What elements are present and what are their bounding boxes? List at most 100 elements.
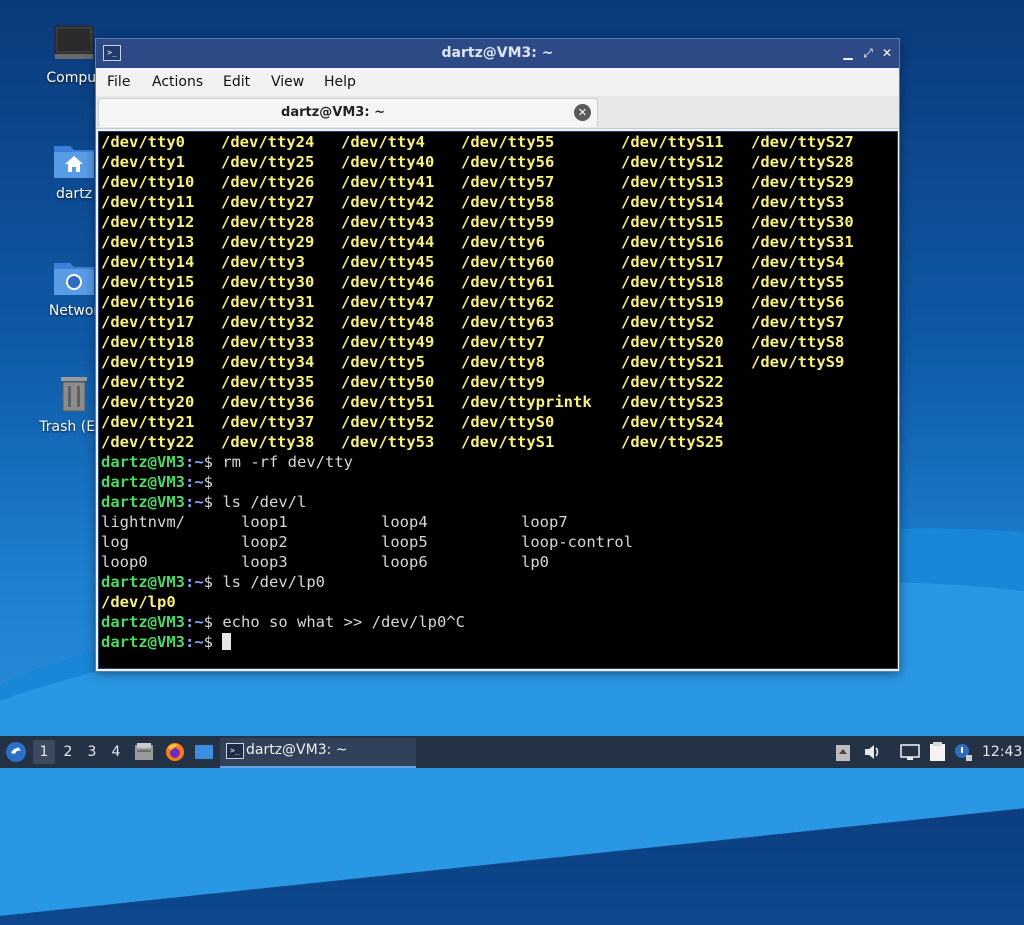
- app-menu-icon[interactable]: [5, 741, 27, 763]
- tty-entry: /dev/tty37: [221, 413, 315, 431]
- clock[interactable]: 12:43: [982, 736, 1022, 768]
- ls-row: log loop2 loop5 loop-control: [99, 532, 897, 552]
- tty-entry: /dev/ttyS31: [751, 233, 854, 251]
- tty-entry: /dev/tty32: [221, 313, 315, 331]
- tty-entry: /dev/ttyS28: [751, 153, 854, 171]
- tty-entry: /dev/ttyS14: [621, 193, 724, 211]
- tty-entry: /dev/ttyS30: [751, 213, 854, 231]
- tty-entry: /dev/tty20: [101, 393, 195, 411]
- menu-actions[interactable]: Actions: [152, 74, 203, 90]
- volume-icon[interactable]: [863, 742, 883, 762]
- taskbar: 1 2 3 4 >_ dartz@VM3: ~ 12:43: [0, 736, 1024, 768]
- tty-entry: /dev/tty11: [101, 193, 195, 211]
- tab-bar: dartz@VM3: ~ ✕: [96, 96, 899, 129]
- ls-row: lightnvm/loop1 loop4 loop7: [99, 512, 897, 532]
- tty-entry: /dev/ttyS9: [751, 353, 845, 371]
- update-notifier-icon[interactable]: [953, 742, 973, 762]
- tty-entry: /dev/tty60: [461, 253, 555, 271]
- menu-help[interactable]: Help: [324, 74, 356, 90]
- prompt-line: dartz@VM3:~$ ls /dev/l: [101, 493, 307, 511]
- maximize-button[interactable]: ⤢: [859, 44, 877, 62]
- tty-entry: /dev/tty33: [221, 333, 315, 351]
- terminal-output[interactable]: /dev/tty0/dev/tty24/dev/tty4/dev/tty55/d…: [98, 131, 898, 669]
- tty-entry: /dev/tty19: [101, 353, 195, 371]
- tty-entry: /dev/tty13: [101, 233, 195, 251]
- tty-entry: /dev/tty44: [341, 233, 435, 251]
- tty-row: /dev/tty12/dev/tty28/dev/tty43/dev/tty59…: [99, 212, 897, 232]
- tty-entry: /dev/tty25: [221, 153, 315, 171]
- prompt-line: dartz@VM3:~$: [101, 473, 214, 491]
- tty-entry: /dev/ttyS15: [621, 213, 724, 231]
- terminal-task-icon: >_: [226, 743, 244, 759]
- notes-icon[interactable]: [928, 741, 948, 761]
- tty-entry: /dev/ttyS27: [751, 133, 854, 151]
- minimize-button[interactable]: ▁: [839, 44, 857, 62]
- tty-entry: /dev/ttyS13: [621, 173, 724, 191]
- menu-edit[interactable]: Edit: [223, 74, 250, 90]
- ls-output: lightnvm/loop1 loop4 loop7 log loop2 loop5 loo…: [99, 512, 897, 572]
- output-line: /dev/lp0: [101, 593, 176, 611]
- workspace-3[interactable]: 3: [81, 740, 103, 764]
- tty-row: /dev/tty2/dev/tty35/dev/tty50/dev/tty9/d…: [99, 372, 897, 392]
- tty-entry: /dev/ttyS20: [621, 333, 724, 351]
- tty-entry: /dev/ttyS4: [751, 253, 845, 271]
- tty-entry: /dev/tty2: [101, 373, 185, 391]
- computer-icon: [52, 24, 96, 64]
- tty-entry: /dev/tty56: [461, 153, 555, 171]
- workspace-1[interactable]: 1: [33, 740, 55, 764]
- network-icon[interactable]: [900, 742, 920, 762]
- ls-entry: loop1: [241, 513, 288, 531]
- tab-close-icon[interactable]: ✕: [574, 104, 591, 121]
- terminal-window[interactable]: >_ dartz@VM3: ~ ▁ ⤢ ✕ File Actions Edit …: [95, 38, 900, 672]
- tty-entry: /dev/ttyS6: [751, 293, 845, 311]
- tty-entry: /dev/ttyS19: [621, 293, 724, 311]
- tty-entry: /dev/ttyS11: [621, 133, 724, 151]
- trash-icon: [52, 373, 96, 413]
- tty-entry: /dev/tty41: [341, 173, 435, 191]
- tty-entry: /dev/tty36: [221, 393, 315, 411]
- tty-entry: /dev/tty38: [221, 433, 315, 451]
- tty-entry: /dev/tty53: [341, 433, 435, 451]
- file-manager-icon[interactable]: [134, 742, 154, 762]
- tty-entry: /dev/tty7: [461, 333, 545, 351]
- tty-entry: /dev/tty5: [341, 353, 425, 371]
- workspace-4[interactable]: 4: [105, 740, 127, 764]
- ls-entry: loop3: [241, 553, 288, 571]
- tty-entry: /dev/ttyS21: [621, 353, 724, 371]
- ls-entry: loop2: [241, 533, 288, 551]
- tty-entry: /dev/tty63: [461, 313, 555, 331]
- tty-entry: /dev/ttyS24: [621, 413, 724, 431]
- tab-terminal[interactable]: dartz@VM3: ~ ✕: [98, 98, 598, 127]
- menu-view[interactable]: View: [271, 74, 304, 90]
- network-folder-icon: [52, 257, 96, 297]
- tty-entry: /dev/tty10: [101, 173, 195, 191]
- tty-entry: /dev/tty9: [461, 373, 545, 391]
- tty-entry: /dev/tty3: [221, 253, 305, 271]
- task-label: dartz@VM3: ~: [246, 742, 348, 758]
- tty-entry: /dev/ttyS18: [621, 273, 724, 291]
- taskbar-task-terminal[interactable]: >_ dartz@VM3: ~: [220, 738, 416, 768]
- clipboard-icon[interactable]: [834, 742, 854, 762]
- tty-entry: /dev/ttyS8: [751, 333, 845, 351]
- desktop-show-icon[interactable]: [194, 743, 214, 763]
- tty-entry: /dev/tty18: [101, 333, 195, 351]
- tty-row: /dev/tty1/dev/tty25/dev/tty40/dev/tty56 /…: [99, 152, 897, 172]
- tty-entry: /dev/tty46: [341, 273, 435, 291]
- tty-listing: /dev/tty0/dev/tty24/dev/tty4/dev/tty55/d…: [99, 132, 897, 452]
- tty-entry: /dev/tty29: [221, 233, 315, 251]
- prompt-line: dartz@VM3:~$ ls /dev/lp0: [101, 573, 325, 591]
- tty-entry: /dev/tty1: [101, 153, 185, 171]
- command-text: ls /dev/lp0: [213, 573, 325, 591]
- window-titlebar[interactable]: >_ dartz@VM3: ~ ▁ ⤢ ✕: [96, 39, 899, 68]
- close-button[interactable]: ✕: [878, 44, 896, 62]
- tty-entry: /dev/ttyprintk: [461, 393, 592, 411]
- tty-entry: /dev/tty34: [221, 353, 315, 371]
- firefox-icon[interactable]: [165, 742, 185, 762]
- home-folder-icon: [52, 140, 96, 180]
- tty-entry: /dev/ttyS16: [621, 233, 724, 251]
- workspace-2[interactable]: 2: [57, 740, 79, 764]
- menu-file[interactable]: File: [107, 74, 130, 90]
- tty-entry: /dev/ttyS12: [621, 153, 724, 171]
- ls-entry: loop-control: [521, 533, 633, 551]
- command-text: rm -rf dev/tty: [213, 453, 353, 471]
